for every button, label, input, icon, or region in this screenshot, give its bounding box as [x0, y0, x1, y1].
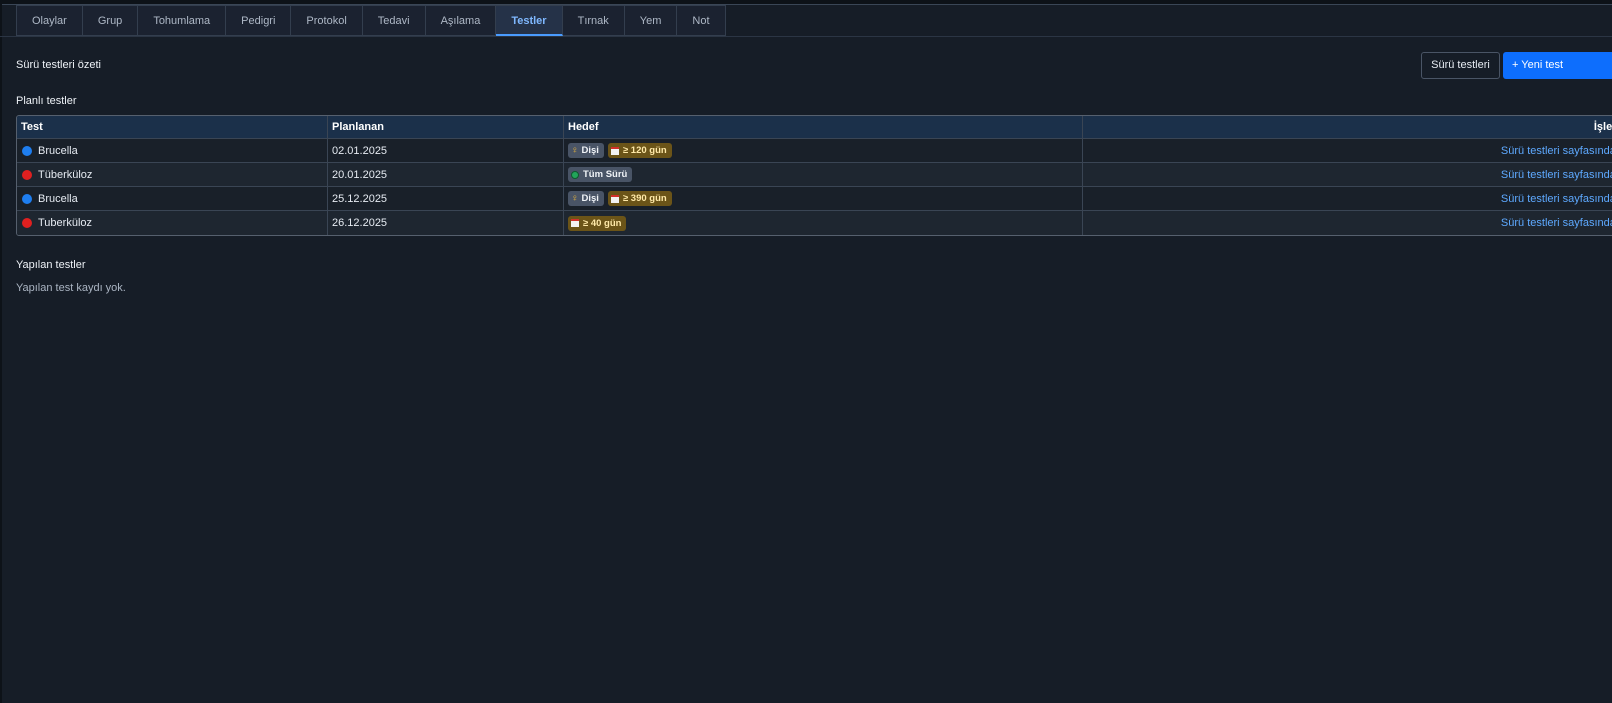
target-cell: ♀ Dişi ≥ 390 gün — [563, 187, 1082, 210]
tab-tohumlama[interactable]: Tohumlama — [138, 5, 227, 36]
table-row: Brucella 25.12.2025 ♀ Dişi ≥ 390 gün Sür… — [17, 187, 1612, 211]
herd-tests-button[interactable]: Sürü testleri — [1421, 52, 1500, 79]
test-type-dot-icon — [22, 193, 32, 204]
test-type-dot-icon — [22, 145, 32, 156]
window-left-border — [0, 0, 2, 703]
tab-bar: Olaylar Grup Tohumlama Pedigri Protokol … — [16, 5, 726, 37]
column-header-test: Test — [21, 121, 43, 133]
test-type-dot-icon — [22, 218, 32, 228]
herd-tests-page-link[interactable]: Sürü testleri sayfasından — [1501, 145, 1612, 157]
test-name: Brucella — [38, 192, 78, 205]
tab-tirnak[interactable]: Tırnak — [562, 5, 625, 36]
test-cell: Tüberküloz — [17, 163, 327, 186]
planned-date: 26.12.2025 — [327, 211, 563, 235]
done-tests-title: Yapılan testler — [16, 259, 86, 271]
tab-grup[interactable]: Grup — [82, 5, 139, 36]
table-row: Tuberküloz 26.12.2025 ≥ 40 gün Sürü test… — [17, 211, 1612, 235]
action-cell: Sürü testleri sayfasından — [1082, 139, 1612, 162]
planned-date: 25.12.2025 — [327, 187, 563, 210]
herd-badge: Tüm Sürü — [568, 167, 633, 182]
column-header-action: İşlem — [1082, 116, 1612, 138]
test-type-dot-icon — [22, 169, 32, 180]
test-cell: Brucella — [17, 139, 327, 162]
planned-date: 20.01.2025 — [327, 163, 563, 186]
target-cell: Tüm Sürü — [563, 163, 1082, 186]
calendar-icon — [610, 194, 619, 203]
herd-tests-page-link[interactable]: Sürü testleri sayfasından — [1501, 217, 1612, 229]
tab-tedavi[interactable]: Tedavi — [362, 5, 426, 36]
test-name: Brucella — [38, 144, 78, 157]
planned-tests-title: Planlı testler — [16, 95, 77, 107]
age-badge: ≥ 390 gün — [607, 191, 672, 206]
female-icon: ♀ — [571, 145, 579, 156]
herd-badge-label: Tüm Sürü — [583, 169, 628, 180]
sex-badge: ♀ Dişi — [568, 191, 604, 206]
action-cell: Sürü testleri sayfasından — [1082, 211, 1612, 235]
calendar-icon — [571, 219, 579, 227]
column-header-target: Hedef — [563, 116, 1082, 138]
age-badge: ≥ 120 gün — [607, 143, 672, 158]
age-badge-label: ≥ 120 gün — [622, 145, 667, 156]
test-name: Tuberküloz — [38, 217, 93, 229]
age-badge-label: ≥ 390 gün — [622, 193, 667, 204]
test-name: Tüberküloz — [38, 168, 93, 181]
target-cell: ≥ 40 gün — [563, 211, 1082, 235]
tab-not[interactable]: Not — [677, 5, 726, 36]
tab-yem[interactable]: Yem — [624, 5, 678, 36]
sex-badge: ♀ Dişi — [568, 143, 604, 158]
calendar-icon — [610, 146, 619, 155]
sex-badge-label: Dişi — [581, 193, 599, 204]
age-badge: ≥ 40 gün — [568, 215, 627, 231]
tab-pedigri[interactable]: Pedigri — [226, 5, 292, 36]
tab-protokol[interactable]: Protokol — [291, 5, 363, 36]
planned-date: 02.01.2025 — [327, 139, 563, 162]
herd-tests-page-link[interactable]: Sürü testleri sayfasından — [1501, 169, 1612, 181]
test-cell: Tuberküloz — [17, 211, 327, 235]
new-test-button[interactable]: + Yeni test — [1503, 52, 1612, 79]
globe-icon — [571, 170, 579, 179]
tab-olaylar[interactable]: Olaylar — [16, 5, 83, 36]
action-cell: Sürü testleri sayfasından — [1082, 187, 1612, 210]
table-header-row: Test Planlanan Hedef İşlem — [17, 116, 1612, 139]
tab-bar-divider — [0, 36, 1612, 37]
summary-title: Sürü testleri özeti — [16, 59, 101, 71]
test-cell: Brucella — [17, 187, 327, 210]
sex-badge-label: Dişi — [581, 145, 599, 156]
age-badge-label: ≥ 40 gün — [583, 217, 622, 229]
planned-tests-table: Test Planlanan Hedef İşlem Brucella 02.0… — [16, 115, 1612, 236]
column-header-planned: Planlanan — [327, 116, 563, 138]
female-icon: ♀ — [571, 193, 579, 204]
table-row: Brucella 02.01.2025 ♀ Dişi ≥ 120 gün Sür… — [17, 139, 1612, 163]
target-cell: ♀ Dişi ≥ 120 gün — [563, 139, 1082, 162]
done-tests-empty-text: Yapılan test kaydı yok. — [16, 282, 126, 294]
tab-asilama[interactable]: Aşılama — [425, 5, 497, 36]
herd-tests-page-link[interactable]: Sürü testleri sayfasından — [1501, 193, 1612, 205]
tab-testler[interactable]: Testler — [496, 5, 563, 36]
table-row: Tüberküloz 20.01.2025 Tüm Sürü Sürü test… — [17, 163, 1612, 187]
action-cell: Sürü testleri sayfasından — [1082, 163, 1612, 186]
